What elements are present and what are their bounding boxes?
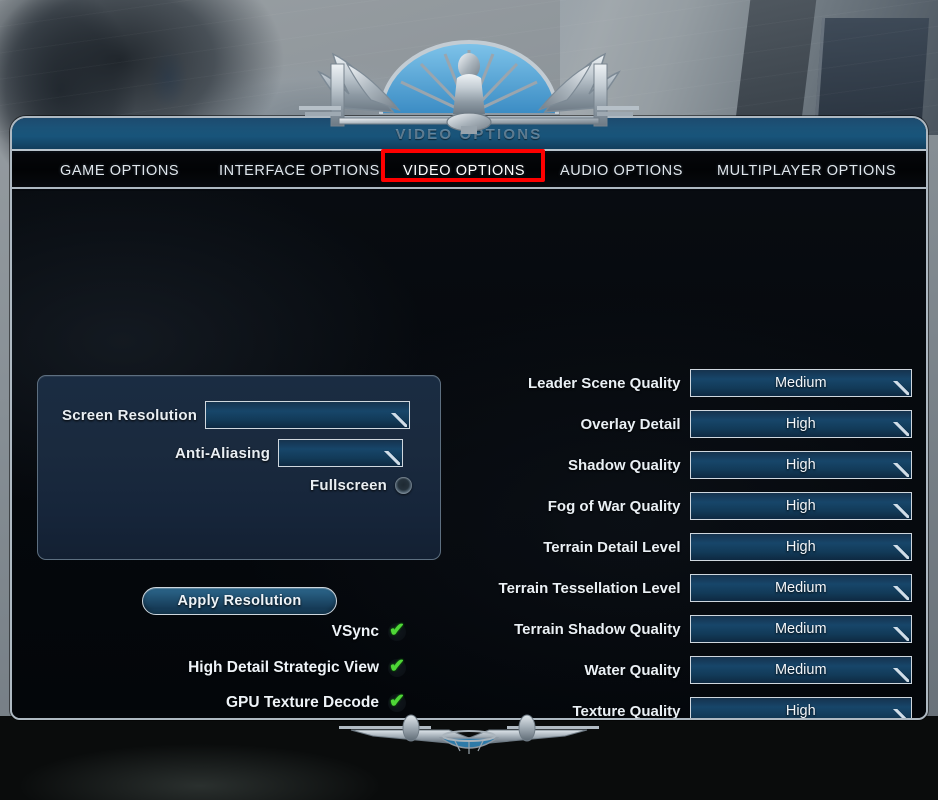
setting-label: Terrain Tessellation Level xyxy=(498,579,681,597)
screen-resolution-label: Screen Resolution xyxy=(62,406,198,424)
setting-row: Texture Quality High xyxy=(462,697,912,720)
apply-resolution-button[interactable]: Apply Resolution xyxy=(142,587,337,615)
setting-row: Shadow Quality High xyxy=(462,451,912,479)
fullscreen-row: Fullscreen xyxy=(310,477,413,494)
setting-dropdown[interactable]: High xyxy=(689,451,912,479)
checkbox-row: High Detail Strategic View ✔ xyxy=(188,656,406,677)
setting-dropdown[interactable]: Medium xyxy=(689,369,912,397)
page-title: VIDEO OPTIONS xyxy=(395,126,543,143)
setting-label: Water Quality xyxy=(584,661,681,679)
setting-dropdown[interactable]: Medium xyxy=(689,615,912,643)
tab-interface[interactable]: INTERFACE OPTIONS xyxy=(219,158,380,184)
anti-aliasing-label: Anti-Aliasing xyxy=(175,444,271,462)
setting-label: Leader Scene Quality xyxy=(527,374,681,392)
dialog-body: Screen Resolution Anti-Aliasing Fullscre… xyxy=(12,191,926,718)
setting-row: Water Quality Medium xyxy=(462,656,912,684)
setting-label: Fog of War Quality xyxy=(547,497,681,515)
anti-aliasing-dropdown[interactable] xyxy=(278,439,404,467)
checkbox-row: VSync ✔ xyxy=(331,620,406,641)
video-options-dialog: VIDEO OPTIONS GAME OPTIONS INTERFACE OPTI… xyxy=(10,116,928,720)
setting-label: Terrain Detail Level xyxy=(543,538,681,556)
setting-dropdown[interactable]: High xyxy=(689,492,912,520)
setting-row: Terrain Detail Level High xyxy=(462,533,912,561)
setting-dropdown[interactable]: High xyxy=(689,410,912,438)
setting-dropdown[interactable]: Medium xyxy=(689,574,912,602)
anti-aliasing-row: Anti-Aliasing xyxy=(175,439,404,467)
check-mark-icon: ✔ xyxy=(389,691,405,712)
tab-audio[interactable]: AUDIO OPTIONS xyxy=(560,158,683,184)
fullscreen-toggle-icon[interactable] xyxy=(395,477,413,494)
setting-label: Shadow Quality xyxy=(568,456,681,474)
checkbox-toggle-icon[interactable]: ✔ xyxy=(388,691,406,712)
setting-label: Texture Quality xyxy=(572,702,681,720)
setting-dropdown[interactable]: High xyxy=(689,697,912,718)
checkbox-label: VSync xyxy=(331,623,379,640)
setting-row: Terrain Shadow Quality Medium xyxy=(462,615,912,643)
background-texture-overlay xyxy=(0,0,938,135)
screen-resolution-row: Screen Resolution xyxy=(62,401,418,429)
options-tab-bar: GAME OPTIONS INTERFACE OPTIONS VIDEO OPTIO… xyxy=(12,153,926,189)
check-mark-icon: ✔ xyxy=(389,620,405,641)
setting-row: Overlay Detail High xyxy=(462,410,912,438)
fullscreen-label: Fullscreen xyxy=(310,477,388,494)
checkbox-label: GPU Texture Decode xyxy=(225,694,379,711)
setting-dropdown[interactable]: Medium xyxy=(689,656,912,684)
background-lower-strip xyxy=(0,716,938,800)
setting-dropdown[interactable]: High xyxy=(689,533,912,561)
setting-label: Overlay Detail xyxy=(580,415,681,433)
dialog-title-bar: VIDEO OPTIONS xyxy=(12,118,926,151)
setting-row: Fog of War Quality High xyxy=(462,492,912,520)
setting-label: Terrain Shadow Quality xyxy=(514,620,681,638)
setting-row: Leader Scene Quality Medium xyxy=(462,369,912,397)
tab-multiplayer[interactable]: MULTIPLAYER OPTIONS xyxy=(717,158,896,184)
resolution-panel: Screen Resolution Anti-Aliasing Fullscre… xyxy=(37,375,441,560)
screen-resolution-dropdown[interactable] xyxy=(205,401,411,429)
checkbox-label: High Detail Strategic View xyxy=(188,659,379,676)
checkbox-toggle-icon[interactable]: ✔ xyxy=(388,656,406,677)
setting-row: Terrain Tessellation Level Medium xyxy=(462,574,912,602)
tab-video[interactable]: VIDEO OPTIONS xyxy=(403,158,525,184)
tab-game[interactable]: GAME OPTIONS xyxy=(60,158,179,184)
check-mark-icon: ✔ xyxy=(389,656,405,677)
checkbox-toggle-icon[interactable]: ✔ xyxy=(388,620,406,641)
checkbox-row: GPU Texture Decode ✔ xyxy=(225,691,406,712)
